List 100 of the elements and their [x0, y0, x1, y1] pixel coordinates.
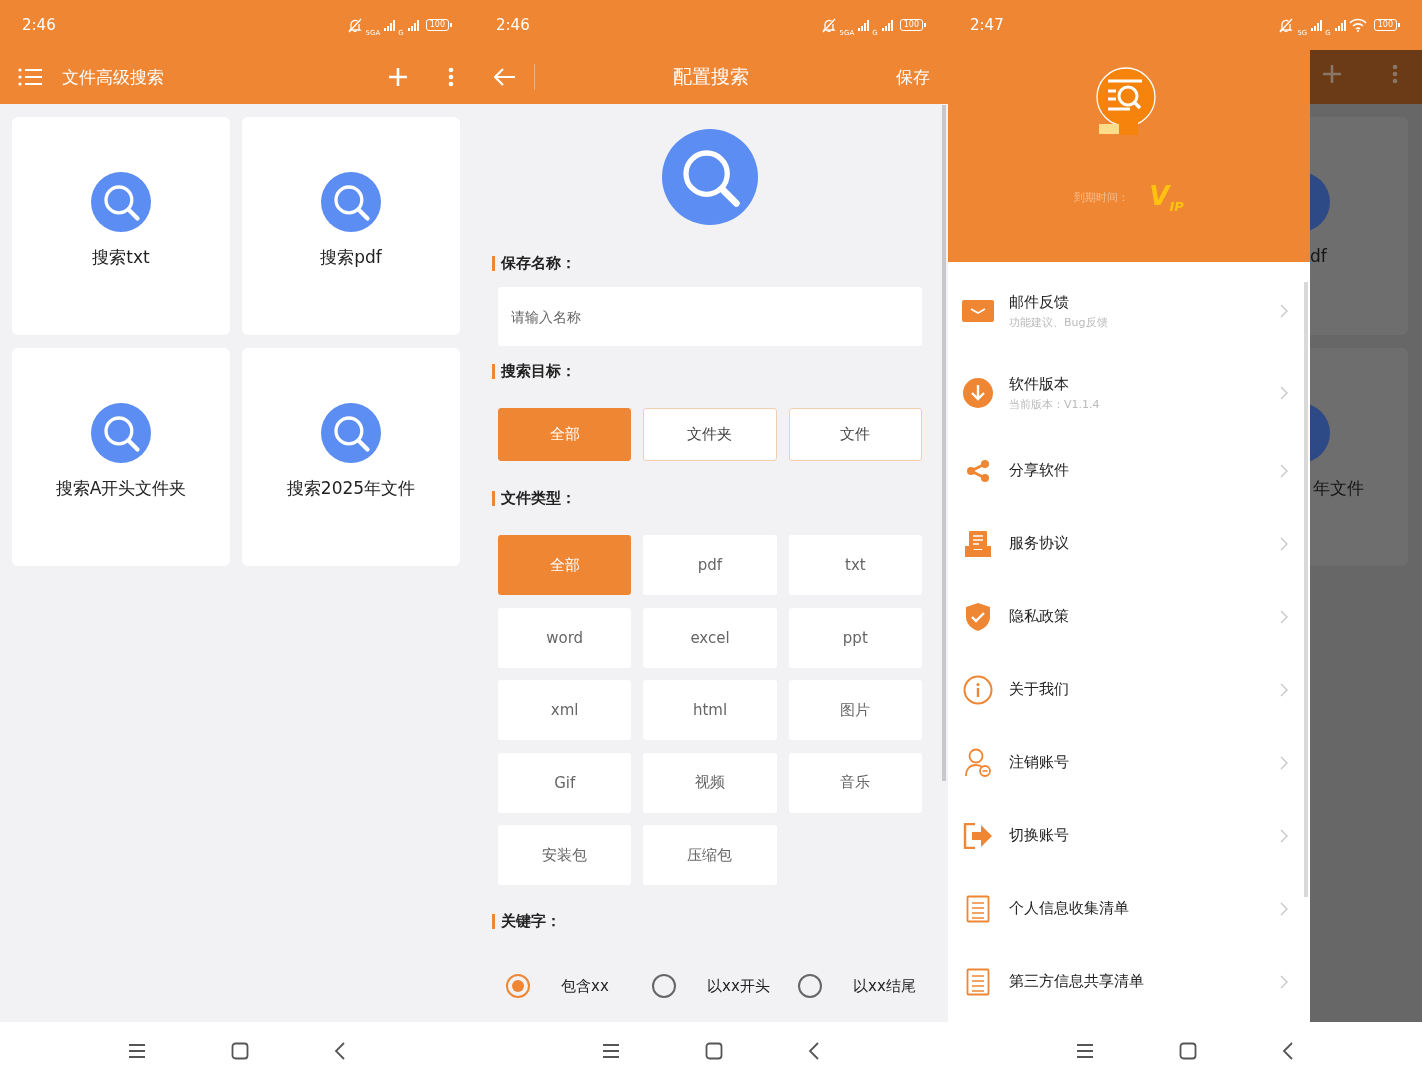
- type-option[interactable]: pdf: [643, 535, 777, 595]
- target-option[interactable]: 文件: [788, 408, 922, 461]
- scrollbar[interactable]: [942, 105, 946, 781]
- radio-button[interactable]: [652, 974, 676, 998]
- search-icon: [321, 172, 381, 232]
- chevron-right-icon: [1280, 609, 1288, 624]
- type-option[interactable]: 安装包: [498, 825, 632, 885]
- signal-icon: [383, 19, 396, 31]
- item-subtitle: 当前版本：V1.1.4: [1009, 396, 1101, 412]
- back-icon[interactable]: [1282, 1042, 1294, 1060]
- type-option[interactable]: excel: [643, 607, 777, 668]
- search-icon: [662, 129, 758, 225]
- search-card[interactable]: 搜索pdf: [242, 117, 460, 335]
- drawer-item[interactable]: 隐私政策: [948, 580, 1310, 653]
- search-card[interactable]: 搜索2025年文件: [242, 348, 460, 566]
- card-label: 搜索txt: [92, 246, 150, 269]
- drawer-item[interactable]: 软件版本 当前版本：V1.1.4: [948, 352, 1310, 434]
- signal-icon: [857, 19, 870, 31]
- item-title: 切换账号: [1009, 826, 1070, 845]
- type-option[interactable]: txt: [788, 535, 922, 595]
- bell-off-icon: [346, 17, 363, 33]
- chevron-right-icon: [1280, 682, 1288, 697]
- status-time: 2:46: [496, 16, 531, 34]
- list-icon: [966, 894, 990, 923]
- drawer-item[interactable]: 关于我们: [948, 653, 1310, 726]
- chevron-right-icon: [1280, 755, 1288, 770]
- wifi-icon: [1348, 18, 1367, 32]
- drawer-item[interactable]: 分享软件: [948, 434, 1310, 507]
- type-option[interactable]: html: [643, 680, 777, 740]
- more-icon[interactable]: [448, 67, 454, 87]
- item-title: 服务协议: [1009, 534, 1070, 553]
- home-square-icon[interactable]: [1179, 1042, 1197, 1060]
- toolbar-title: 文件高级搜索: [62, 65, 165, 89]
- battery-level: 100: [1373, 19, 1400, 31]
- item-title: 邮件反馈: [1009, 292, 1070, 312]
- shield-check-icon: [965, 601, 991, 632]
- drawer-item[interactable]: 邮件反馈 功能建议、Bug反馈: [948, 270, 1310, 352]
- card-label: 年文件: [1313, 477, 1365, 500]
- bell-off-icon: [1278, 17, 1295, 33]
- type-option[interactable]: 视频: [643, 752, 777, 813]
- home-square-icon[interactable]: [231, 1042, 249, 1060]
- add-icon: [1322, 64, 1342, 84]
- status-time: 2:47: [970, 16, 1005, 34]
- type-option[interactable]: Gif: [498, 752, 632, 813]
- menu-icon[interactable]: [1076, 1043, 1094, 1059]
- chevron-right-icon: [1280, 901, 1288, 916]
- drawer-item[interactable]: 服务协议: [948, 507, 1310, 580]
- status-time: 2:46: [22, 16, 57, 34]
- item-title: 第三方信息共享清单: [1009, 972, 1145, 991]
- document-icon: [964, 529, 992, 558]
- menu-icon[interactable]: [602, 1043, 620, 1059]
- info-icon: [963, 674, 993, 705]
- back-arrow-icon[interactable]: [494, 68, 516, 86]
- type-option[interactable]: xml: [498, 680, 632, 740]
- toolbar-title: 配置搜索: [673, 64, 749, 89]
- back-icon[interactable]: [334, 1042, 346, 1060]
- back-icon[interactable]: [808, 1042, 820, 1060]
- signal-icon: [406, 19, 419, 31]
- type-option[interactable]: 音乐: [788, 752, 922, 813]
- drawer-item[interactable]: 注销账号: [948, 726, 1310, 799]
- mail-icon: [962, 300, 994, 322]
- radio-button[interactable]: [798, 974, 822, 998]
- more-icon: [1392, 64, 1398, 84]
- share-icon: [966, 458, 990, 483]
- name-field[interactable]: 请输入名称: [498, 287, 922, 346]
- type-option[interactable]: word: [498, 607, 632, 668]
- search-card[interactable]: 搜索A开头文件夹: [12, 348, 230, 566]
- radio-label[interactable]: 包含xx: [561, 976, 609, 996]
- chevron-right-icon: [1280, 536, 1288, 551]
- drawer-item[interactable]: 切换账号: [948, 799, 1310, 872]
- type-option[interactable]: ppt: [788, 607, 922, 668]
- radio-button[interactable]: [506, 974, 530, 998]
- add-icon[interactable]: [388, 67, 408, 87]
- section-label: 保存名称：: [501, 253, 576, 273]
- search-icon: [91, 172, 151, 232]
- section-label: 关键字：: [501, 911, 561, 931]
- type-option[interactable]: 压缩包: [643, 825, 777, 885]
- card-label: 搜索pdf: [320, 246, 382, 269]
- item-title: 隐私政策: [1009, 607, 1070, 626]
- signal-icon: [880, 19, 893, 31]
- scrollbar[interactable]: [1304, 282, 1308, 897]
- radio-label[interactable]: 以xx结尾: [853, 976, 916, 996]
- drawer-item[interactable]: 个人信息收集清单: [948, 872, 1310, 945]
- item-title: 个人信息收集清单: [1009, 899, 1130, 918]
- type-option[interactable]: 图片: [788, 680, 922, 740]
- card-label: df: [1310, 246, 1328, 266]
- item-title: 注销账号: [1009, 753, 1070, 772]
- chevron-right-icon: [1280, 386, 1288, 400]
- search-icon: [321, 403, 381, 463]
- menu-icon[interactable]: [128, 1043, 146, 1059]
- radio-label[interactable]: 以xx开头: [707, 976, 770, 996]
- item-title: 分享软件: [1009, 461, 1070, 480]
- home-square-icon[interactable]: [705, 1042, 723, 1060]
- drawer-item[interactable]: 第三方信息共享清单: [948, 945, 1310, 1018]
- card-label: 搜索2025年文件: [286, 477, 416, 500]
- search-card[interactable]: 搜索txt: [12, 117, 230, 335]
- list-icon: [966, 967, 990, 996]
- vip-label: V$_{IP}$: [1149, 181, 1184, 215]
- target-option[interactable]: 文件夹: [643, 408, 777, 461]
- card-label: 搜索A开头文件夹: [55, 477, 187, 500]
